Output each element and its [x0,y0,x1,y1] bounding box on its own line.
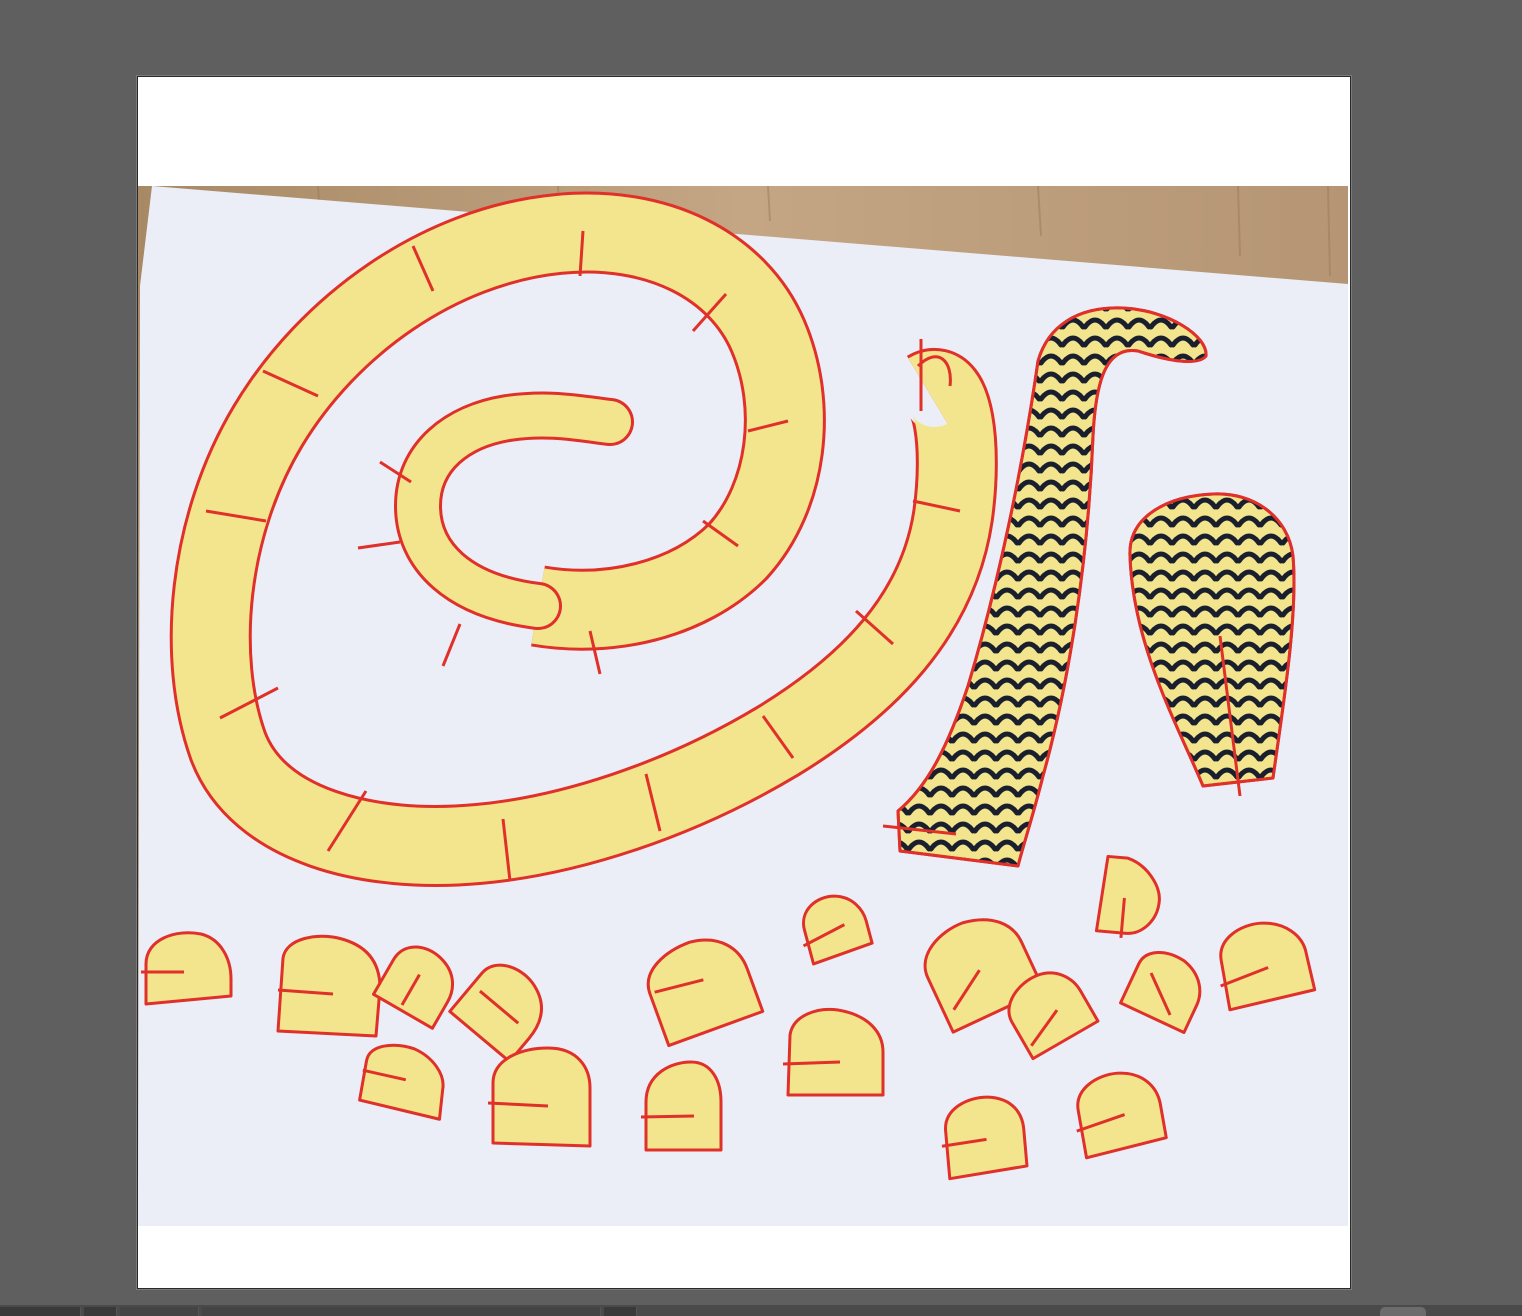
tab-1 [141,931,233,1006]
status-segment [84,1307,117,1316]
horizontal-scrollbar-thumb[interactable] [1380,1307,1426,1316]
placed-image[interactable] [138,186,1348,1226]
status-segment [120,1307,199,1316]
tab-10 [782,1007,885,1097]
status-segment [202,1307,601,1316]
status-segment [0,1307,81,1316]
status-bar [0,1305,1522,1316]
status-segment [604,1307,637,1316]
tab-2 [276,934,382,1038]
tab-6 [487,1046,592,1148]
artboard[interactable] [137,76,1351,1289]
